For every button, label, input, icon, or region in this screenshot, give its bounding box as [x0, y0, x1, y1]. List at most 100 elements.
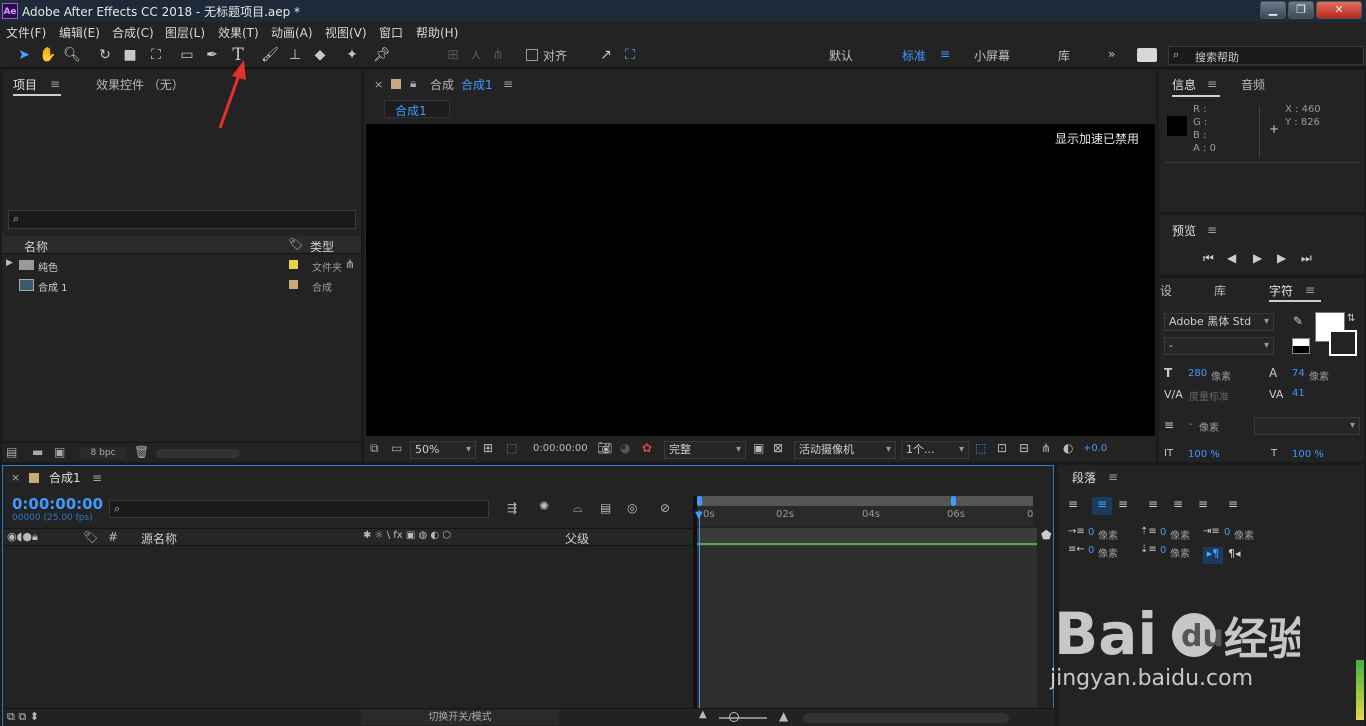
label-color-swatch[interactable] [289, 280, 298, 289]
column-name[interactable]: 名称 [24, 238, 48, 255]
sync-settings-icon[interactable] [1137, 48, 1157, 62]
tracking-value[interactable]: 41 [1292, 388, 1305, 399]
character-menu-icon[interactable]: ≡ [1305, 283, 1315, 297]
help-search-input[interactable]: ⌕ 搜索帮助 [1168, 46, 1364, 65]
exposure-value[interactable]: +0.0 [1083, 443, 1107, 454]
align-center-icon[interactable]: ≡ [1092, 497, 1112, 515]
monitor-icon[interactable]: ▭ [391, 441, 402, 455]
paragraph-title[interactable]: 段落 [1072, 469, 1096, 486]
always-preview-icon[interactable]: ⧉ [370, 441, 379, 456]
eyedropper-icon[interactable]: ✎ [1293, 314, 1303, 328]
zoom-slider[interactable] [719, 717, 767, 719]
maximize-button[interactable]: ❐ [1288, 1, 1314, 19]
resolution-dropdown[interactable]: 完整 [664, 441, 746, 459]
fast-preview-icon[interactable]: ⬚ [975, 441, 986, 455]
first-frame-icon[interactable]: ⏮ [1203, 251, 1214, 266]
indent-left-value[interactable]: 0 [1088, 527, 1094, 538]
camera-dropdown[interactable]: 活动摄像机 [794, 441, 896, 459]
interpret-footage-icon[interactable]: ▤ [6, 445, 17, 459]
close-tab-icon[interactable]: × [374, 78, 383, 91]
timeline-scrollbar[interactable] [803, 713, 1009, 723]
preview-title[interactable]: 预览 [1172, 222, 1196, 239]
timeline-toggle-icon[interactable]: ⊡ [997, 441, 1007, 455]
tab-character[interactable]: 字符 [1269, 282, 1293, 299]
region-of-interest-icon[interactable]: ▣ [753, 441, 764, 455]
align-left-icon[interactable]: ≡ [1068, 497, 1078, 511]
rtl-direction-icon[interactable]: ¶◂ [1228, 547, 1241, 560]
show-snapshot-icon[interactable]: ◕ [620, 441, 630, 455]
font-style-dropdown[interactable]: - [1164, 337, 1274, 355]
column-type[interactable]: 类型 [310, 238, 334, 255]
current-time-display[interactable]: 0:00:00:00 [12, 495, 103, 513]
stroke-type-dropdown[interactable] [1254, 417, 1360, 435]
zoom-out-icon[interactable]: ▲ [699, 709, 707, 720]
snapshot-icon[interactable]: 📷︎ [597, 441, 612, 455]
zoom-tool-icon[interactable]: 🔍︎ [62, 45, 82, 65]
view-axis-icon[interactable]: ⋔ [488, 45, 508, 65]
menu-effect[interactable]: 效果(T) [218, 24, 259, 41]
menu-layer[interactable]: 图层(L) [165, 24, 205, 41]
clone-stamp-tool-icon[interactable]: ⊥ [285, 45, 305, 65]
comp-marker-icon[interactable]: ⬟ [1041, 528, 1051, 542]
workspace-menu-icon[interactable]: ≡ [940, 47, 950, 61]
justify-all-icon[interactable]: ≡ [1228, 497, 1238, 511]
toggle-switches-modes-button[interactable]: 切换开关/模式 [361, 710, 559, 725]
layer-search-input[interactable]: ⌕ [109, 500, 489, 518]
space-after-value[interactable]: 0 [1160, 545, 1166, 556]
safe-zones-icon[interactable]: ⊞ [483, 441, 493, 455]
work-area-start[interactable] [697, 496, 702, 506]
new-composition-icon[interactable]: ▣ [54, 445, 65, 459]
indent-right-value[interactable]: 0 [1088, 545, 1094, 556]
snap-target-icon[interactable]: ⛶ [620, 45, 640, 65]
minimize-button[interactable]: ▁ [1260, 1, 1286, 19]
flowchart-icon[interactable]: ⋔ [345, 257, 355, 271]
swap-colors-icon[interactable]: ⇅ [1347, 313, 1355, 324]
composition-tab-name[interactable]: 合成1 [461, 76, 493, 93]
label-column-icon[interactable]: 🏷︎ [288, 237, 303, 251]
views-dropdown[interactable]: 1个... [901, 441, 969, 459]
comp-mini-flowchart-icon[interactable]: ⇶ [507, 501, 517, 515]
stroke-width-value[interactable]: - [1189, 419, 1193, 430]
magnification-dropdown[interactable]: 50% [410, 441, 476, 459]
justify-center-icon[interactable]: ≡ [1173, 497, 1183, 511]
list-item[interactable]: ▶ 纯色 文件夹 ⋔ [2, 256, 361, 274]
close-button[interactable]: ✕ [1316, 1, 1362, 19]
close-tab-icon[interactable]: × [11, 471, 20, 484]
menu-help[interactable]: 帮助(H) [416, 24, 458, 41]
draft-3d-icon[interactable]: ✺ [539, 499, 549, 513]
list-item[interactable]: 合成 1 合成 [2, 276, 361, 294]
current-time[interactable]: 0:00:00:00 [533, 443, 588, 454]
label-color-swatch[interactable] [289, 260, 298, 269]
brush-tool-icon[interactable]: 🖌︎ [260, 45, 280, 65]
flowchart-icon[interactable]: ⋔ [1041, 441, 1051, 455]
eraser-tool-icon[interactable]: ◆ [310, 45, 330, 65]
workspace-small-screen[interactable]: 小屏幕 [974, 47, 1010, 64]
rotate-tool-icon[interactable]: ↻ [95, 45, 115, 65]
paragraph-menu-icon[interactable]: ≡ [1108, 470, 1118, 484]
info-menu-icon[interactable]: ≡ [1207, 77, 1217, 91]
comp-flowchart-icon[interactable]: ⊟ [1019, 441, 1029, 455]
workspace-standard[interactable]: 标准 [902, 47, 926, 64]
tab-library[interactable]: 库 [1214, 282, 1226, 299]
motion-blur-icon[interactable]: ◎ [627, 501, 637, 515]
menu-file[interactable]: 文件(F) [6, 24, 46, 41]
space-before-value[interactable]: 0 [1160, 527, 1166, 538]
mask-visibility-icon[interactable]: ⬚ [506, 441, 517, 455]
column-source-name[interactable]: 源名称 [141, 530, 177, 547]
project-search-input[interactable]: ⌕ [8, 210, 356, 229]
leading-value[interactable]: 74 [1292, 368, 1305, 379]
zoom-in-icon[interactable]: ▲ [779, 709, 788, 723]
menu-window[interactable]: 窗口 [379, 24, 403, 41]
column-number[interactable]: # [108, 530, 118, 544]
thumbnail-slider[interactable] [156, 449, 240, 458]
expand-arrow-icon[interactable]: ▶ [6, 258, 13, 268]
menu-animation[interactable]: 动画(A) [271, 24, 313, 41]
snap-icon[interactable]: ↗ [596, 45, 616, 65]
column-parent[interactable]: 父级 [565, 530, 589, 547]
kerning-value[interactable]: 度量标准 [1189, 388, 1229, 403]
footer-toggle-icons[interactable]: ⧉ ⧉ ⬍ [7, 710, 39, 724]
project-menu-icon[interactable]: ≡ [50, 77, 60, 91]
next-frame-icon[interactable]: ▶ [1277, 251, 1286, 265]
previous-frame-icon[interactable]: ◀ [1227, 251, 1236, 265]
workspace-default[interactable]: 默认 [829, 47, 853, 64]
